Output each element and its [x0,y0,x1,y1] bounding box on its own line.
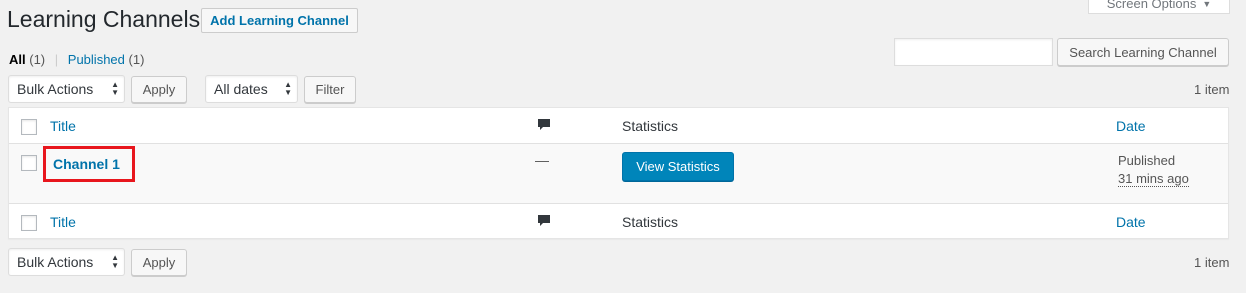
views-separator: | [54,52,59,67]
search-input[interactable] [894,38,1053,66]
posts-table: Title Statistics Date Channel 1 — View S… [8,107,1229,239]
view-statistics-button[interactable]: View Statistics [622,152,734,181]
search-learning-channel-button[interactable]: Search Learning Channel [1057,38,1229,66]
date-status: Published [1118,153,1176,168]
screen-options-label: Screen Options [1106,0,1197,11]
select-all-checkbox-top[interactable] [21,119,37,135]
view-published-link[interactable]: Published (1) [68,52,145,67]
bulk-actions-label: Bulk Actions [17,254,94,270]
footer-divider [9,203,1228,204]
column-statistics-header: Statistics [622,118,679,134]
up-down-arrows-icon: ▲ ▼ [111,80,119,97]
comment-bubble-icon[interactable] [537,118,551,132]
select-all-checkbox-bottom[interactable] [21,215,37,231]
column-date-footer[interactable]: Date [1116,214,1146,230]
filter-button[interactable]: Filter [304,76,356,103]
column-title-footer[interactable]: Title [50,214,76,230]
up-down-arrows-icon: ▲ ▼ [284,80,292,97]
header-divider [9,143,1228,144]
views-filter: All (1) | Published (1) [9,52,144,67]
comment-bubble-icon[interactable] [537,214,551,228]
apply-button-bottom[interactable]: Apply [131,249,187,276]
apply-button-top[interactable]: Apply [131,76,187,103]
comments-count: — [535,152,549,168]
bulk-actions-select-bottom[interactable]: Bulk Actions ▲ ▼ [8,248,125,276]
view-all-link[interactable]: All (1) [9,52,45,67]
table-row-bg [9,144,1228,203]
screen-options-button[interactable]: Screen Options ▼ [1088,0,1230,14]
bulk-actions-select-top[interactable]: Bulk Actions ▲ ▼ [8,75,125,103]
row-checkbox[interactable] [21,155,37,171]
dates-filter-label: All dates [214,81,268,97]
add-learning-channel-button[interactable]: Add Learning Channel [201,8,358,33]
column-title-header[interactable]: Title [50,118,76,134]
row-title-link[interactable]: Channel 1 [43,146,135,182]
column-statistics-footer: Statistics [622,214,679,230]
bulk-actions-label: Bulk Actions [17,81,94,97]
page-title: Learning Channels [7,6,201,32]
caret-down-icon: ▼ [1202,0,1212,9]
dates-filter-select[interactable]: All dates ▲ ▼ [205,75,298,103]
date-ago: 31 mins ago [1118,171,1189,187]
items-count-bottom: 1 item [1194,255,1230,270]
up-down-arrows-icon: ▲ ▼ [111,253,119,270]
column-date-header[interactable]: Date [1116,118,1146,134]
items-count-top: 1 item [1194,82,1230,97]
